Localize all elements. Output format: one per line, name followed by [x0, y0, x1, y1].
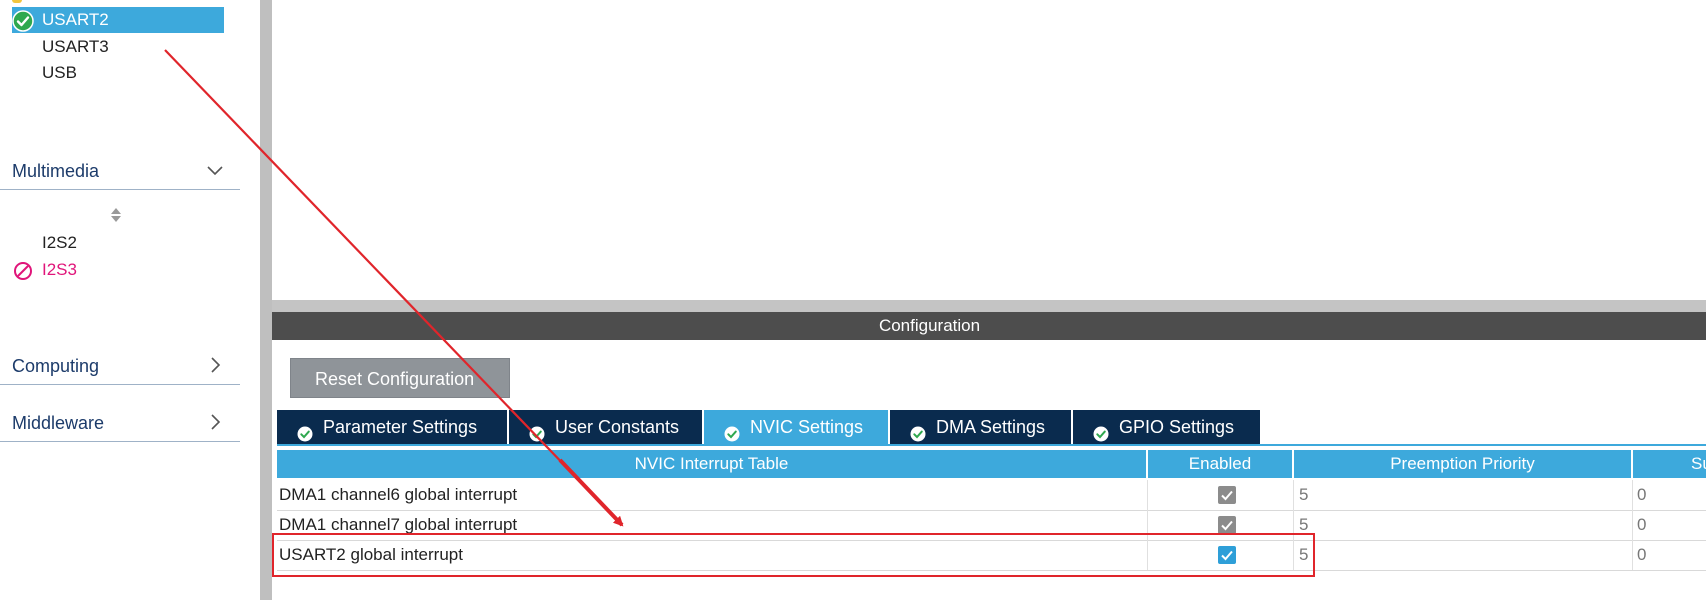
tab-label: NVIC Settings: [750, 417, 864, 437]
preemption-priority[interactable]: 5: [1299, 480, 1599, 510]
category-label: Middleware: [12, 413, 105, 433]
check-circle-icon: [1093, 419, 1109, 442]
annotation-highlight-box: [272, 533, 1315, 577]
reset-configuration-button[interactable]: Reset Configuration: [290, 358, 510, 398]
configuration-title: Configuration: [878, 316, 981, 335]
peripheral-item-usb[interactable]: USB: [12, 60, 224, 86]
horizontal-splitter[interactable]: [272, 300, 1706, 312]
preemption-priority[interactable]: 5: [1299, 540, 1599, 570]
peripheral-item-usart3[interactable]: USART3: [12, 34, 224, 60]
column-header-preemption[interactable]: Preemption Priority: [1294, 450, 1631, 478]
chevron-right-icon: [205, 411, 225, 433]
column-divider: [1632, 510, 1633, 540]
category-label: Multimedia: [12, 161, 100, 181]
column-divider: [1293, 480, 1294, 510]
enabled-checkbox[interactable]: [1218, 516, 1236, 534]
column-divider: [1632, 540, 1633, 570]
peripheral-item-usart2[interactable]: USART2: [12, 7, 224, 33]
interrupt-name: DMA1 channel6 global interrupt: [279, 485, 518, 504]
tab-dma-settings[interactable]: DMA Settings: [890, 410, 1071, 444]
enabled-checkbox[interactable]: [1218, 486, 1236, 504]
tab-parameter-settings[interactable]: Parameter Settings: [277, 410, 507, 444]
table-row[interactable]: DMA1 channel6 global interrupt 5 0: [277, 480, 1706, 511]
column-divider: [1632, 480, 1633, 510]
check-circle-icon: [12, 10, 34, 32]
peripheral-item-i2s3[interactable]: I2S3: [12, 257, 224, 283]
check-circle-icon: [529, 419, 545, 442]
chevron-down-icon: [205, 159, 225, 181]
peripheral-label: I2S3: [42, 260, 77, 279]
configuration-header: Configuration: [272, 312, 1706, 340]
sort-icon[interactable]: [110, 206, 122, 224]
column-header-interrupt[interactable]: NVIC Interrupt Table: [277, 450, 1146, 478]
preemption-priority[interactable]: 5: [1299, 510, 1599, 540]
tab-nvic-settings[interactable]: NVIC Settings: [704, 410, 888, 444]
column-divider: [1147, 480, 1148, 510]
preview-area: [272, 0, 1706, 300]
category-label: Computing: [12, 356, 100, 376]
tab-user-constants[interactable]: User Constants: [509, 410, 702, 444]
tab-label: GPIO Settings: [1119, 417, 1235, 437]
sub-priority[interactable]: 0: [1637, 510, 1697, 540]
column-header-sub-priority[interactable]: Su: [1633, 450, 1706, 478]
tab-label: DMA Settings: [936, 417, 1046, 437]
category-multimedia[interactable]: Multimedia: [0, 153, 240, 190]
peripheral-label: USART2: [42, 10, 109, 29]
peripheral-item-i2s2[interactable]: I2S2: [12, 230, 224, 256]
peripheral-label: USB: [42, 63, 77, 82]
check-circle-icon: [724, 419, 740, 442]
sub-priority[interactable]: 0: [1637, 480, 1697, 510]
left-panel: USART2 USART3 USB Multimedia I2S2 I2S3 C…: [0, 0, 240, 600]
check-circle-icon: [910, 419, 926, 442]
tab-label: Parameter Settings: [323, 417, 478, 437]
status-icon-partial: [12, 0, 22, 3]
peripheral-label: USART3: [42, 37, 109, 56]
check-circle-icon: [297, 419, 313, 442]
vertical-splitter[interactable]: [260, 0, 272, 600]
tab-underline: [277, 444, 1706, 446]
disabled-icon: [12, 260, 34, 282]
peripheral-label: I2S2: [42, 233, 77, 252]
tab-gpio-settings[interactable]: GPIO Settings: [1073, 410, 1260, 444]
tab-label: User Constants: [555, 417, 680, 437]
column-header-enabled[interactable]: Enabled: [1148, 450, 1292, 478]
chevron-right-icon: [205, 354, 225, 376]
sub-priority[interactable]: 0: [1637, 540, 1697, 570]
category-middleware[interactable]: Middleware: [0, 405, 240, 442]
category-computing[interactable]: Computing: [0, 348, 240, 385]
